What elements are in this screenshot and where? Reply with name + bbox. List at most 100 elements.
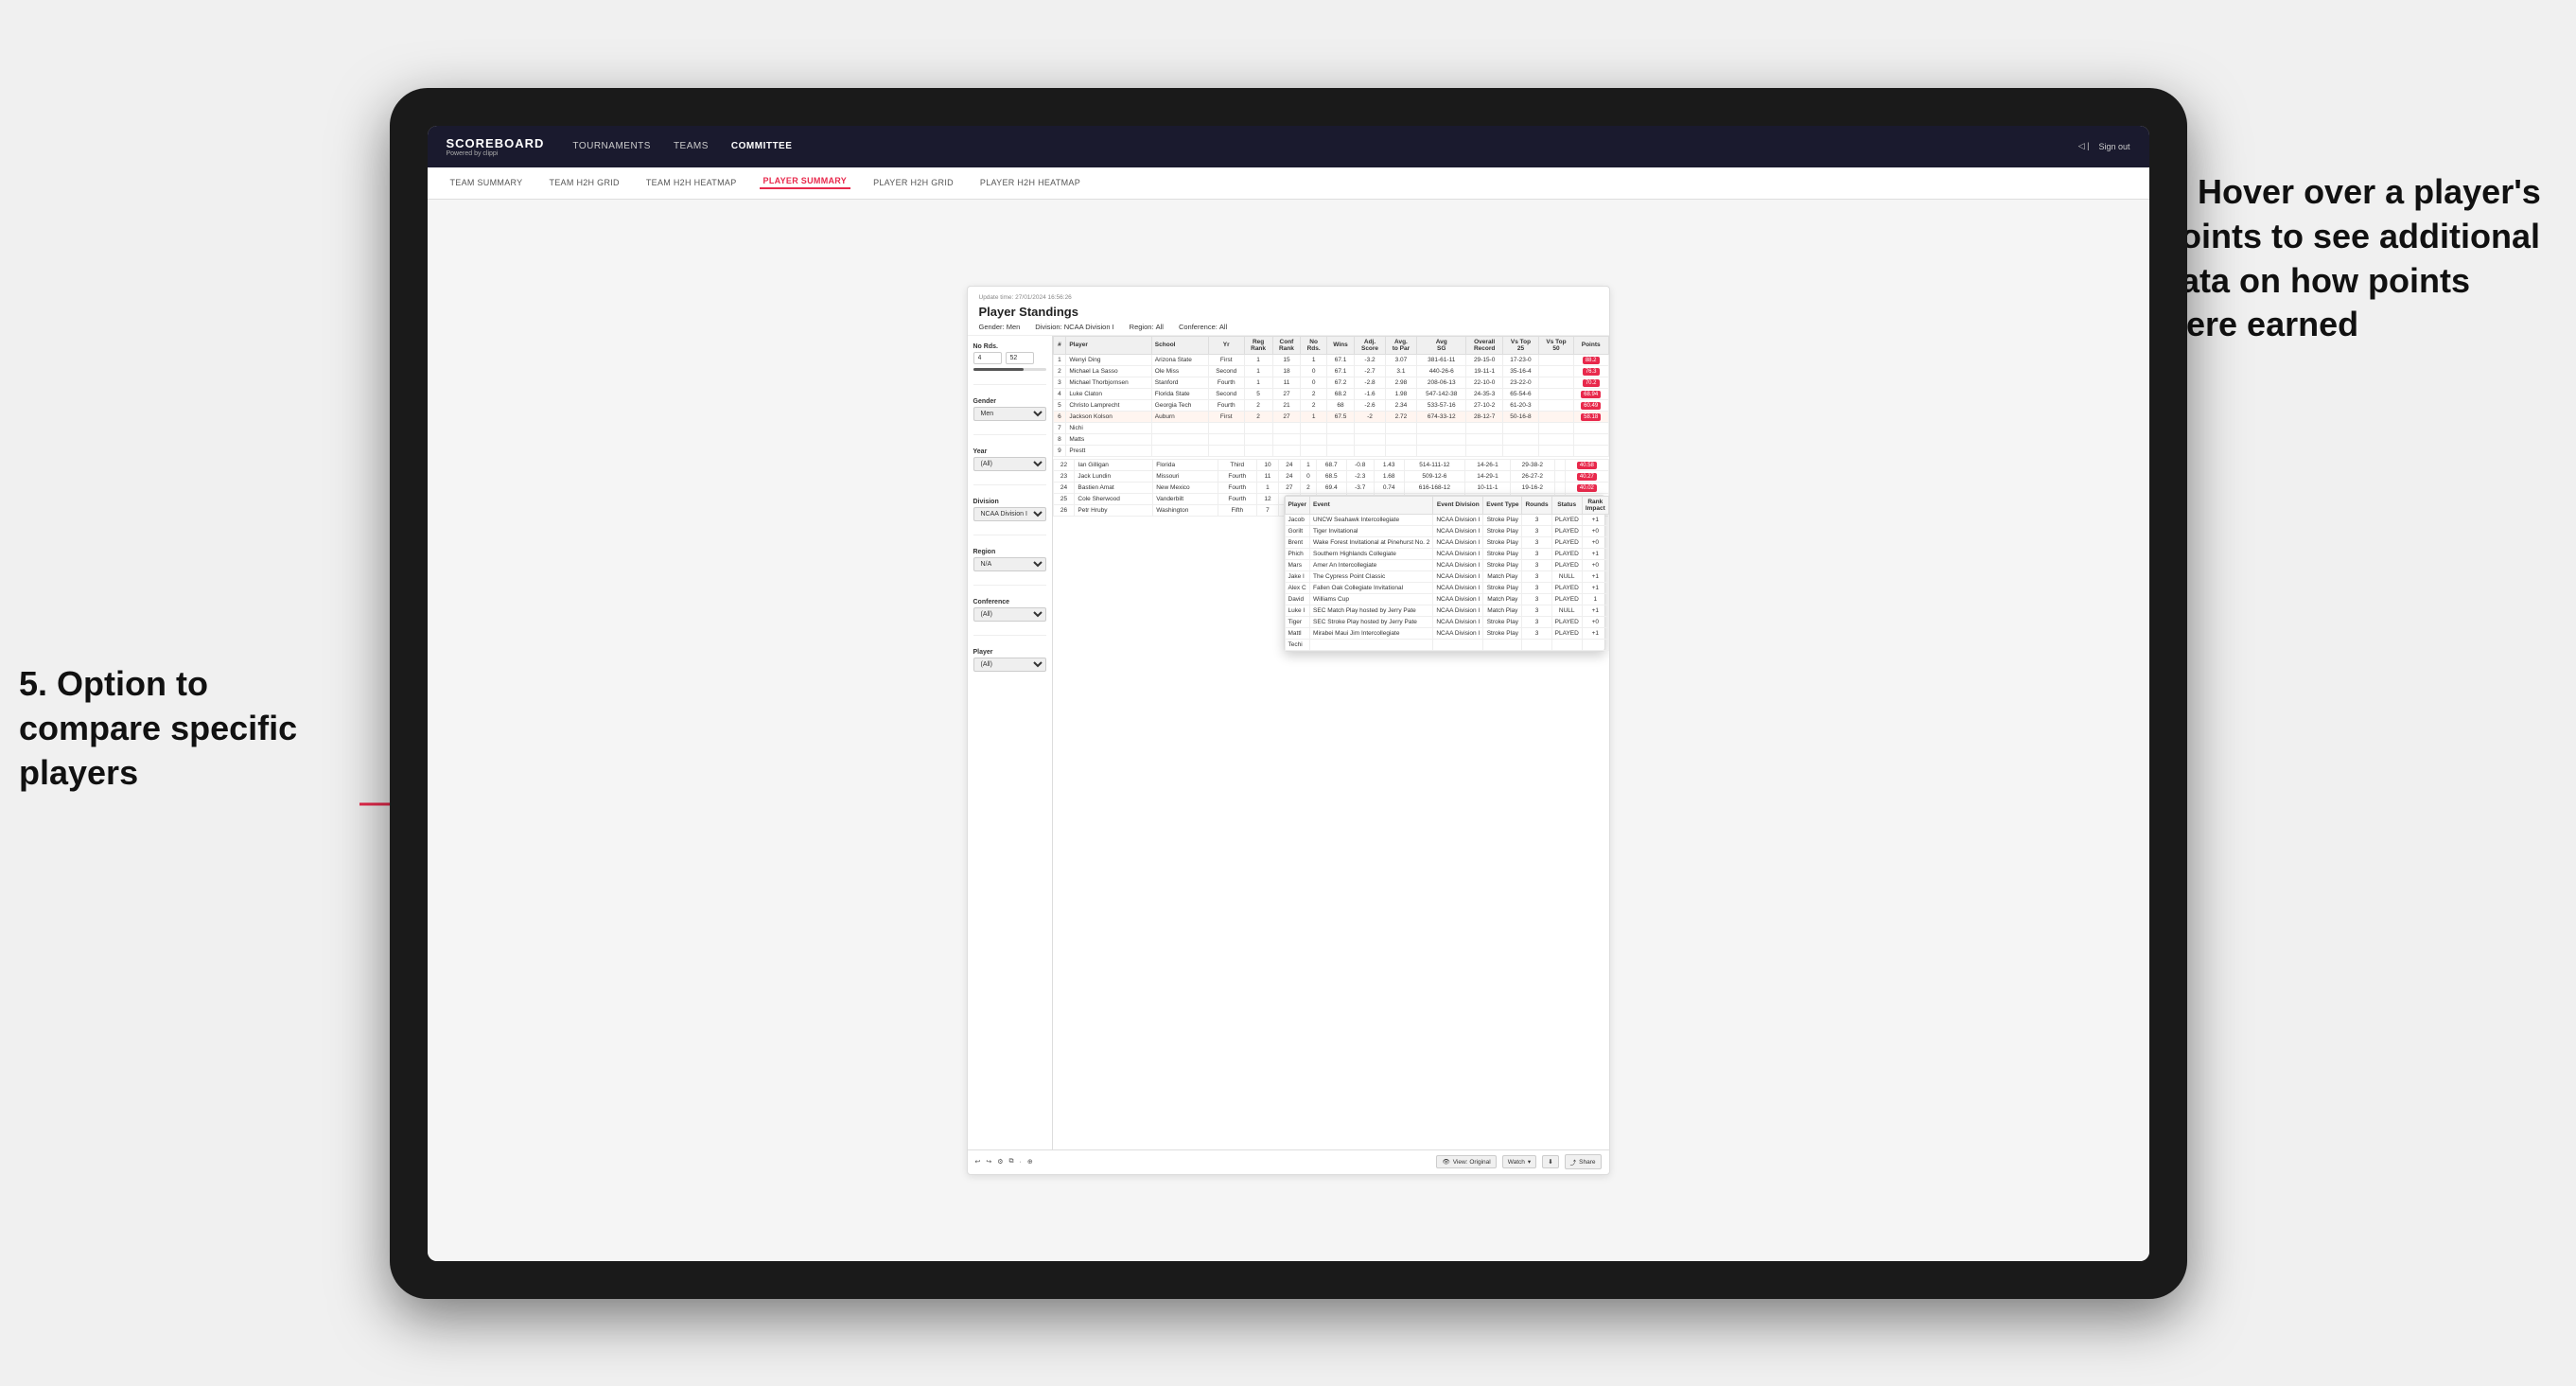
points-cell[interactable]: 40.27 bbox=[1566, 470, 1608, 482]
download-button[interactable]: ⬇ bbox=[1542, 1155, 1558, 1168]
table-row: 6Jackson KolsonAuburnFirst227167.5-22.72… bbox=[1053, 411, 1608, 422]
points-cell[interactable]: 58.18 bbox=[1573, 411, 1608, 422]
tooltip-row: TigerSEC Stroke Play hosted by Jerry Pat… bbox=[1285, 616, 1609, 627]
player-label: Player bbox=[973, 649, 1046, 656]
nav-links: TOURNAMENTS TEAMS COMMITTEE bbox=[572, 141, 2077, 151]
th-overall: OverallRecord bbox=[1466, 336, 1502, 354]
conference-select[interactable]: (All) bbox=[973, 607, 1046, 622]
bottom-icon1[interactable]: ⚙ bbox=[997, 1158, 1003, 1166]
year-select[interactable]: (All) bbox=[973, 457, 1046, 471]
th-no-rds: NoRds. bbox=[1301, 336, 1327, 354]
table-row: 9Prestt bbox=[1053, 445, 1608, 456]
share-button[interactable]: ⤴ Share bbox=[1565, 1154, 1602, 1169]
tab-team-summary[interactable]: TEAM SUMMARY bbox=[447, 178, 527, 187]
filter-conference: Conference: All bbox=[1179, 323, 1227, 331]
tooltip-th-player: Player bbox=[1285, 496, 1310, 514]
annotation-right-text: 4. Hover over a player's points to see a… bbox=[2160, 172, 2541, 343]
tab-team-h2h-grid[interactable]: TEAM H2H GRID bbox=[545, 178, 622, 187]
table-row: 7Nichi bbox=[1053, 422, 1608, 433]
sidebar-conference: Conference (All) bbox=[973, 599, 1046, 622]
points-cell[interactable]: 40.58 bbox=[1566, 459, 1608, 470]
table-row: 5Christo LamprechtGeorgia TechFourth2212… bbox=[1053, 399, 1608, 411]
no-rds-label: No Rds. bbox=[973, 343, 1046, 350]
no-rds-from-input[interactable] bbox=[973, 352, 1002, 364]
tab-player-h2h-grid[interactable]: PLAYER H2H GRID bbox=[869, 178, 957, 187]
logo-area: SCOREBOARD Powered by clippi bbox=[447, 136, 545, 157]
app-panel: Update time: 27/01/2024 16:56:26 Player … bbox=[967, 286, 1610, 1175]
tab-player-h2h-heatmap[interactable]: PLAYER H2H HEATMAP bbox=[976, 178, 1084, 187]
nav-tournaments[interactable]: TOURNAMENTS bbox=[572, 141, 651, 151]
logo-subtitle: Powered by clippi bbox=[447, 150, 545, 157]
table-row: 1Wenyi DingArizona StateFirst115167.1-3.… bbox=[1053, 354, 1608, 365]
tab-player-summary[interactable]: PLAYER SUMMARY bbox=[760, 176, 851, 189]
filter-division: Division: NCAA Division I bbox=[1035, 323, 1113, 331]
tab-team-h2h-heatmap[interactable]: TEAM H2H HEATMAP bbox=[642, 178, 741, 187]
filter-gender: Gender: Men bbox=[979, 323, 1021, 331]
top-navigation: SCOREBOARD Powered by clippi TOURNAMENTS… bbox=[428, 126, 2149, 167]
watch-button[interactable]: Watch ▾ bbox=[1502, 1155, 1536, 1168]
tooltip-row: GoriltTiger InvitationalNCAA Division IS… bbox=[1285, 525, 1609, 536]
bottom-redo[interactable]: ↪ bbox=[986, 1158, 991, 1166]
tablet-device: SCOREBOARD Powered by clippi TOURNAMENTS… bbox=[390, 88, 2187, 1299]
points-cell[interactable]: 68.94 bbox=[1573, 388, 1608, 399]
nav-right: ◁ | Sign out bbox=[2078, 141, 2130, 151]
update-time: Update time: 27/01/2024 16:56:26 bbox=[979, 294, 1598, 301]
division-select[interactable]: NCAA Division I bbox=[973, 507, 1046, 521]
no-rds-to-input[interactable] bbox=[1006, 352, 1034, 364]
tooltip-row: DavidWilliams CupNCAA Division IMatch Pl… bbox=[1285, 593, 1609, 605]
player-select[interactable]: (All) bbox=[973, 658, 1046, 672]
tooltip-th-rank: RankImpact bbox=[1582, 496, 1608, 514]
nav-committee[interactable]: COMMITTEE bbox=[731, 141, 793, 151]
table-row: 4Luke ClatonFlorida StateSecond527268.2-… bbox=[1053, 388, 1608, 399]
points-cell[interactable]: 70.2 bbox=[1573, 377, 1608, 388]
th-vs50: Vs Top50 bbox=[1539, 336, 1574, 354]
table-row: 8Matts bbox=[1053, 433, 1608, 445]
nav-teams[interactable]: TEAMS bbox=[674, 141, 709, 151]
points-cell[interactable]: 88.2 bbox=[1573, 354, 1608, 365]
main-content: Update time: 27/01/2024 16:56:26 Player … bbox=[428, 200, 2149, 1261]
points-cell[interactable]: 40.02 bbox=[1566, 482, 1608, 493]
points-cell[interactable]: 76.3 bbox=[1573, 365, 1608, 377]
view-original-label: View: Original bbox=[1453, 1159, 1491, 1166]
tooltip-th-event: Event bbox=[1310, 496, 1433, 514]
filter-region: Region: All bbox=[1130, 323, 1164, 331]
sidebar-year: Year (All) bbox=[973, 448, 1046, 471]
tooltip-th-status: Status bbox=[1551, 496, 1582, 514]
tooltip-row: JacobUNCW Seahawk IntercollegiateNCAA Di… bbox=[1285, 514, 1609, 525]
tooltip-row: MarsAmer An IntercollegiateNCAA Division… bbox=[1285, 559, 1609, 570]
tooltip-th-division: Event Division bbox=[1433, 496, 1483, 514]
region-select[interactable]: N/A bbox=[973, 557, 1046, 571]
points-cell[interactable] bbox=[1573, 433, 1608, 445]
players-table: # Player School Yr RegRank ConfRank NoRd… bbox=[1053, 336, 1609, 457]
gender-select[interactable]: Men Women bbox=[973, 407, 1046, 421]
watch-chevron: ▾ bbox=[1528, 1158, 1531, 1166]
sign-out-link[interactable]: Sign out bbox=[2098, 142, 2129, 151]
sidebar-no-rds: No Rds. bbox=[973, 343, 1046, 371]
tooltip-table: Player Event Event Division Event Type R… bbox=[1285, 496, 1609, 651]
panel-filters: Gender: Men Division: NCAA Division I Re… bbox=[979, 323, 1598, 331]
points-cell[interactable] bbox=[1573, 445, 1608, 456]
sidebar-region: Region N/A bbox=[973, 549, 1046, 571]
right-panel: # Player School Yr RegRank ConfRank NoRd… bbox=[1053, 336, 1609, 1149]
points-cell[interactable] bbox=[1573, 422, 1608, 433]
points-cell[interactable]: 60.49 bbox=[1573, 399, 1608, 411]
table-row: 3Michael ThorbjornsenStanfordFourth11106… bbox=[1053, 377, 1608, 388]
sidebar-player: Player (All) bbox=[973, 649, 1046, 672]
th-avg-sg: AvgSG bbox=[1417, 336, 1466, 354]
table-container: # Player School Yr RegRank ConfRank NoRd… bbox=[1053, 336, 1609, 1149]
table-row: 23Jack LundinMissouriFourth1124068.5-2.3… bbox=[1053, 470, 1608, 482]
tooltip-row: MattlMirabei Maui Jim IntercollegiateNCA… bbox=[1285, 627, 1609, 639]
th-points: Points bbox=[1573, 336, 1608, 354]
th-rank: # bbox=[1053, 336, 1066, 354]
bottom-icon3[interactable]: ⊕ bbox=[1027, 1158, 1033, 1166]
th-reg-rank: RegRank bbox=[1244, 336, 1272, 354]
bottom-icon2[interactable]: ⧉ bbox=[1009, 1158, 1014, 1166]
th-adj-score: Adj.Score bbox=[1355, 336, 1386, 354]
th-school: School bbox=[1151, 336, 1208, 354]
tooltip-row: Techi bbox=[1285, 639, 1609, 650]
panel-header: Update time: 27/01/2024 16:56:26 Player … bbox=[968, 287, 1609, 336]
annotation-left-text: 5. Option to compare specific players bbox=[19, 664, 297, 792]
bottom-undo[interactable]: ↩ bbox=[975, 1158, 981, 1166]
view-original-button[interactable]: 👁 View: Original bbox=[1436, 1155, 1496, 1168]
tooltip-header-row: Player Event Event Division Event Type R… bbox=[1285, 496, 1609, 514]
